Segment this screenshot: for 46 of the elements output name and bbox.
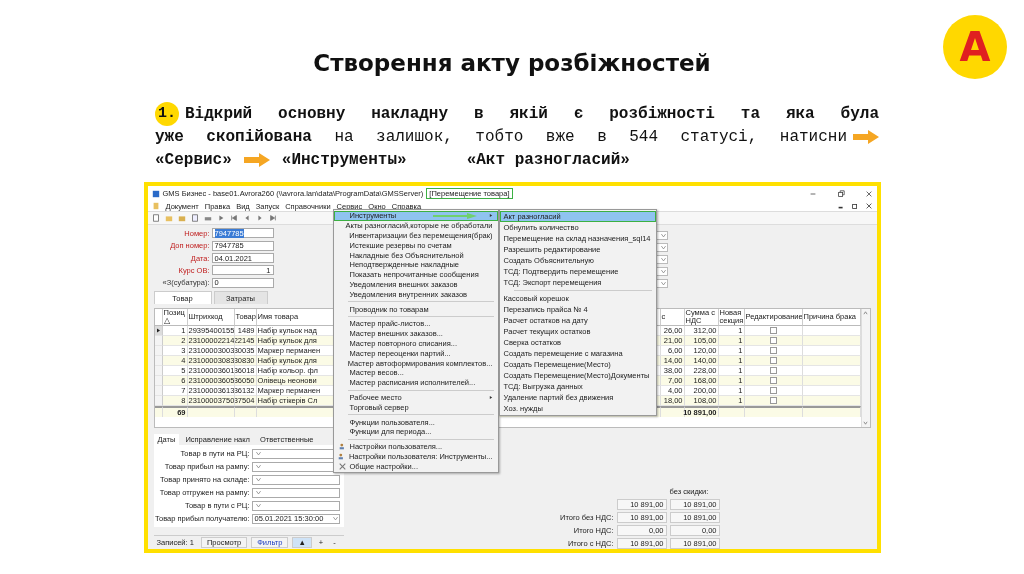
- slide-title: Створення акту розбіжностей: [313, 50, 711, 78]
- total-cell: [234, 406, 257, 417]
- checkbox[interactable]: [769, 397, 777, 404]
- row-header[interactable]: [154, 326, 163, 336]
- total-cell: [154, 406, 163, 417]
- scroll-up-icon[interactable]: [863, 311, 868, 315]
- close-icon[interactable]: [864, 189, 873, 198]
- arrow-icon: [853, 129, 879, 144]
- checkbox[interactable]: [769, 377, 777, 384]
- play-icon[interactable]: [216, 214, 225, 222]
- checkbox[interactable]: [769, 337, 777, 344]
- close-icon[interactable]: [864, 202, 873, 210]
- last-record-icon[interactable]: [268, 214, 277, 222]
- tools-icon: [338, 462, 346, 470]
- restore-icon[interactable]: [836, 189, 845, 198]
- menu-path-text: «Инструменты»: [281, 150, 407, 169]
- arrow-icon: [243, 152, 270, 167]
- new-document-icon[interactable]: [151, 214, 160, 222]
- total-cell: [718, 406, 745, 417]
- total-cell: [187, 406, 235, 417]
- print-icon[interactable]: [203, 214, 212, 222]
- instruction-text: Відкрий основну накладну в якій є розбіжності та яка була: [185, 104, 879, 123]
- scroll-down-icon[interactable]: [863, 421, 868, 425]
- checkbox[interactable]: [769, 327, 777, 334]
- preview-icon[interactable]: [190, 214, 199, 222]
- checkbox[interactable]: [769, 367, 777, 374]
- restore-icon[interactable]: [850, 202, 859, 210]
- checkbox[interactable]: [769, 347, 777, 354]
- menu-path-text: «Акт разногласий»: [466, 150, 630, 169]
- menu-path-text: «Сервис»: [155, 150, 232, 169]
- step-number: 1.: [155, 101, 179, 126]
- scrollbar[interactable]: [860, 309, 870, 427]
- date-field[interactable]: [251, 500, 340, 511]
- date-field[interactable]: [251, 474, 340, 485]
- arrow-drawing: [432, 212, 477, 219]
- total-cell: [802, 406, 861, 417]
- row-pointer-icon: [155, 328, 161, 333]
- checkbox[interactable]: [769, 357, 777, 364]
- first-record-icon[interactable]: [229, 214, 238, 222]
- next-icon[interactable]: [255, 214, 264, 222]
- instruction-text: уже скопійована на залишок, тобто вже в 544 статусі, натисни: [155, 127, 847, 146]
- letter-badge: A: [943, 15, 1007, 79]
- checkbox[interactable]: [769, 387, 777, 394]
- document-icon: [151, 202, 160, 210]
- date-field[interactable]: [251, 487, 340, 498]
- app-icon: [151, 189, 160, 198]
